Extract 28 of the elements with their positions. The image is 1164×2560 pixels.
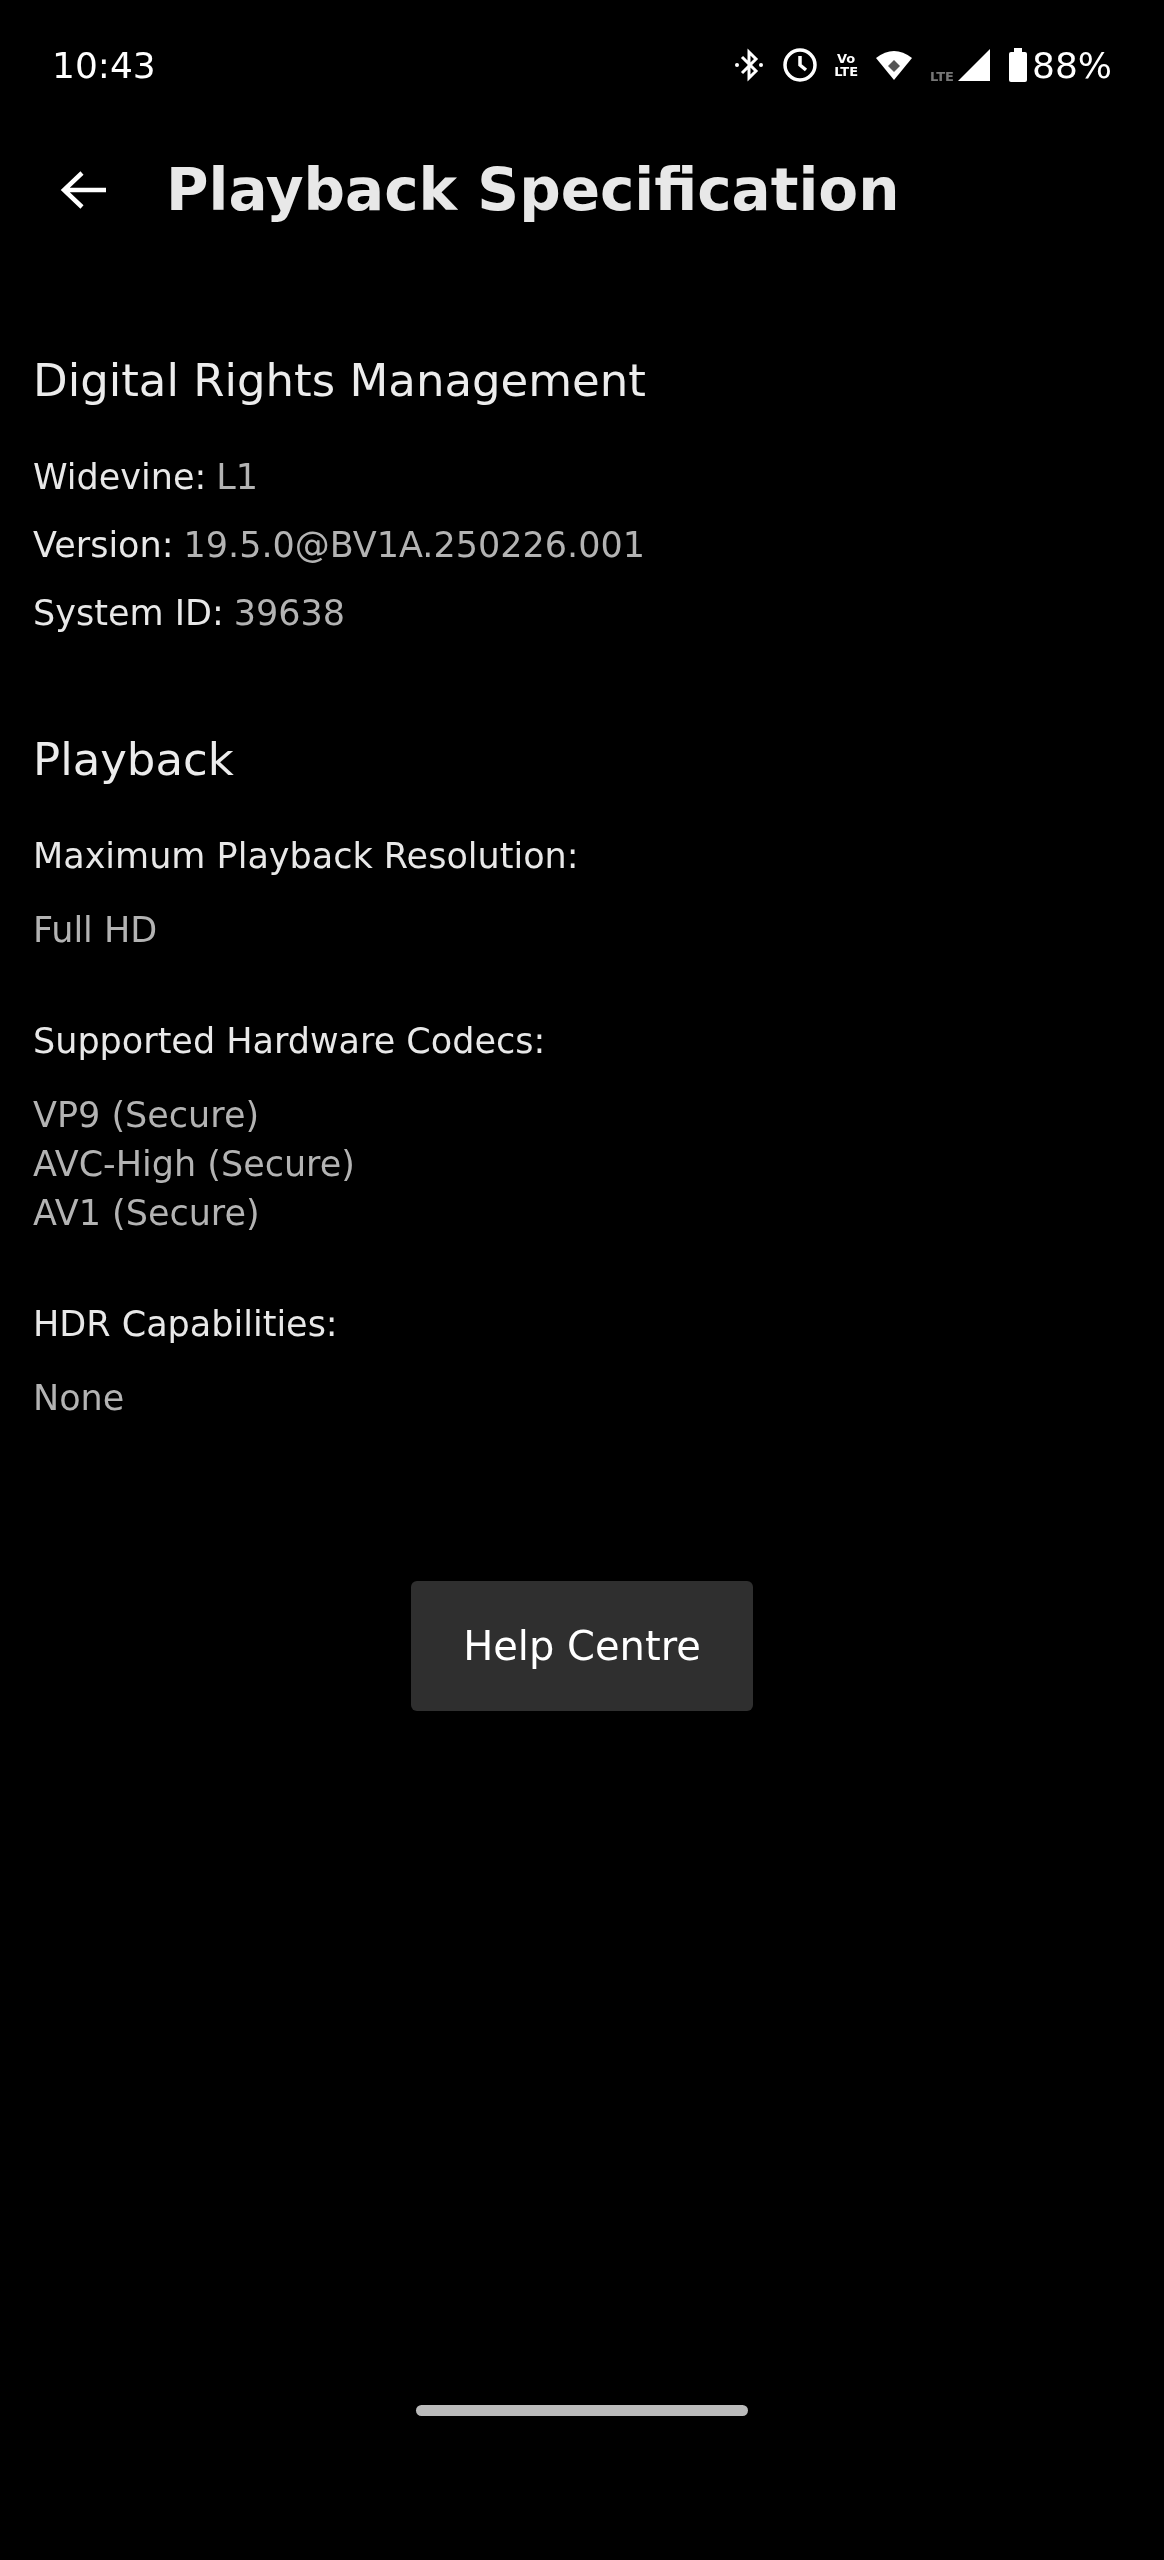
spec-label: Widevine: bbox=[33, 457, 207, 497]
spec-label: Supported Hardware Codecs: bbox=[33, 1021, 547, 1061]
spec-value: AVC-High (Secure) bbox=[33, 1143, 356, 1186]
help-centre-button[interactable]: Help Centre bbox=[411, 1581, 753, 1711]
spec-value: VP9 (Secure) bbox=[33, 1094, 261, 1137]
back-button[interactable] bbox=[60, 170, 108, 210]
signal-icon bbox=[956, 47, 992, 83]
spec-value: None bbox=[33, 1377, 126, 1420]
page-title: Playback Specification bbox=[166, 156, 900, 224]
battery-icon bbox=[1008, 48, 1028, 82]
section-heading: Playback bbox=[33, 733, 235, 786]
spec-label: System ID: bbox=[33, 593, 224, 633]
wifi-icon bbox=[874, 48, 915, 82]
volte-icon: Vo LTE bbox=[834, 52, 859, 78]
spec-value: 19.5.0@BV1A.250226.001 bbox=[183, 525, 645, 565]
spec-value: L1 bbox=[216, 457, 259, 497]
alarm-icon bbox=[782, 47, 819, 83]
status-time: 10:43 bbox=[52, 44, 156, 86]
section-heading: Digital Rights Management bbox=[33, 354, 647, 407]
spec-value: Full HD bbox=[33, 909, 159, 952]
back-arrow-icon bbox=[60, 170, 108, 210]
spec-value: 39638 bbox=[233, 593, 346, 633]
battery-percent: 88% bbox=[1032, 44, 1112, 86]
spec-label: Maximum Playback Resolution: bbox=[33, 836, 580, 876]
network-type: LTE bbox=[930, 70, 954, 83]
spec-label: Version: bbox=[33, 525, 174, 565]
spec-value: AV1 (Secure) bbox=[33, 1192, 261, 1235]
spec-label: HDR Capabilities: bbox=[33, 1304, 339, 1344]
